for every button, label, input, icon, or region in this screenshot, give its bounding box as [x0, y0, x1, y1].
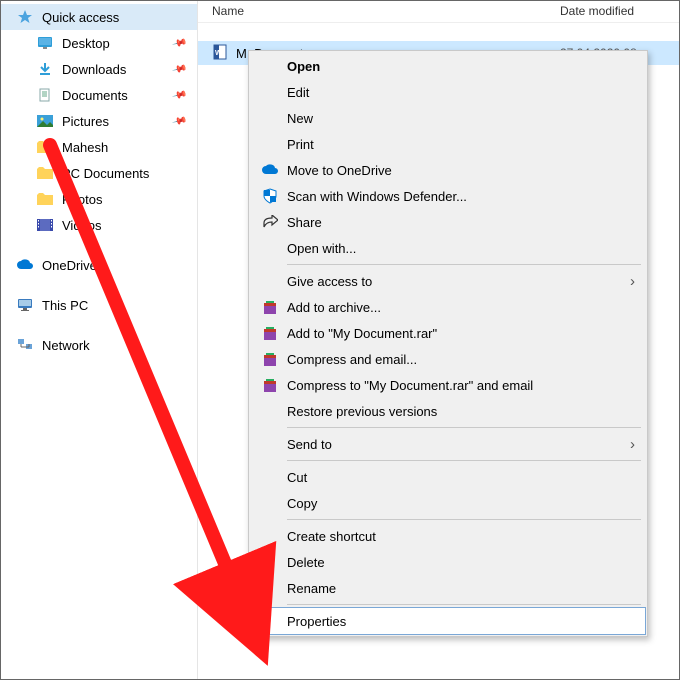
sidebar-quick-access[interactable]: Quick access	[0, 4, 197, 30]
network-icon	[16, 337, 34, 353]
menu-add-archive[interactable]: Add to archive...	[251, 294, 645, 320]
sidebar-onedrive[interactable]: OneDrive	[0, 252, 197, 278]
pc-icon	[16, 297, 34, 313]
word-doc-icon: W	[212, 44, 230, 62]
label: Quick access	[42, 10, 189, 25]
svg-text:W: W	[215, 50, 222, 57]
sidebar-item-mahesh[interactable]: Mahesh	[0, 134, 197, 160]
column-headers[interactable]: Name Date modified	[198, 0, 680, 23]
menu-properties[interactable]: Properties	[251, 608, 645, 634]
sidebar-item-pictures[interactable]: Pictures 📌	[0, 108, 197, 134]
winrar-icon	[259, 298, 281, 316]
videos-icon	[36, 217, 54, 233]
navigation-pane: Quick access Desktop 📌 Downloads 📌 Docum…	[0, 0, 198, 680]
sidebar-item-downloads[interactable]: Downloads 📌	[0, 56, 197, 82]
download-icon	[36, 61, 54, 77]
menu-open[interactable]: Open	[251, 53, 645, 79]
label: OneDrive	[42, 258, 189, 273]
menu-move-onedrive[interactable]: Move to OneDrive	[251, 157, 645, 183]
winrar-icon	[259, 324, 281, 342]
sidebar-item-documents[interactable]: Documents 📌	[0, 82, 197, 108]
menu-share[interactable]: Share	[251, 209, 645, 235]
menu-delete[interactable]: Delete	[251, 549, 645, 575]
label: Pictures	[62, 114, 173, 129]
winrar-icon	[259, 376, 281, 394]
defender-shield-icon	[259, 187, 281, 205]
menu-open-with[interactable]: Open with...	[251, 235, 645, 261]
submenu-arrow-icon: ›	[630, 436, 635, 453]
star-icon	[16, 9, 34, 25]
label: Desktop	[62, 36, 173, 51]
menu-copy[interactable]: Copy	[251, 490, 645, 516]
menu-send-to[interactable]: Send to ›	[251, 431, 645, 457]
menu-give-access[interactable]: Give access to ›	[251, 268, 645, 294]
menu-divider	[287, 460, 641, 461]
winrar-icon	[259, 350, 281, 368]
label: Mahesh	[62, 140, 189, 155]
menu-rename[interactable]: Rename	[251, 575, 645, 601]
pin-icon: 📌	[171, 61, 187, 77]
menu-add-to-rar[interactable]: Add to "My Document.rar"	[251, 320, 645, 346]
folder-icon	[36, 165, 54, 181]
sidebar-item-videos[interactable]: Videos	[0, 212, 197, 238]
menu-divider	[287, 519, 641, 520]
context-menu: Open Edit New Print Move to OneDrive Sca…	[248, 50, 648, 637]
menu-defender[interactable]: Scan with Windows Defender...	[251, 183, 645, 209]
menu-create-shortcut[interactable]: Create shortcut	[251, 523, 645, 549]
sidebar-item-photos[interactable]: Photos	[0, 186, 197, 212]
share-icon	[259, 213, 281, 231]
column-name[interactable]: Name	[212, 4, 560, 18]
menu-compress-email[interactable]: Compress and email...	[251, 346, 645, 372]
menu-divider	[287, 264, 641, 265]
submenu-arrow-icon: ›	[630, 273, 635, 290]
label: Network	[42, 338, 189, 353]
sidebar-network[interactable]: Network	[0, 332, 197, 358]
pictures-icon	[36, 113, 54, 129]
sidebar-item-pc-documents[interactable]: PC Documents	[0, 160, 197, 186]
menu-divider	[287, 604, 641, 605]
menu-edit[interactable]: Edit	[251, 79, 645, 105]
sidebar-this-pc[interactable]: This PC	[0, 292, 197, 318]
menu-divider	[287, 427, 641, 428]
menu-print[interactable]: Print	[251, 131, 645, 157]
label: Photos	[62, 192, 189, 207]
blank-icon	[259, 57, 281, 75]
label: This PC	[42, 298, 189, 313]
pin-icon: 📌	[171, 35, 187, 51]
menu-restore-versions[interactable]: Restore previous versions	[251, 398, 645, 424]
sidebar-item-desktop[interactable]: Desktop 📌	[0, 30, 197, 56]
menu-compress-to-email[interactable]: Compress to "My Document.rar" and email	[251, 372, 645, 398]
onedrive-icon	[259, 161, 281, 179]
folder-icon	[36, 139, 54, 155]
column-date[interactable]: Date modified	[560, 4, 680, 18]
menu-cut[interactable]: Cut	[251, 464, 645, 490]
label: PC Documents	[62, 166, 189, 181]
label: Downloads	[62, 62, 173, 77]
pin-icon: 📌	[171, 113, 187, 129]
documents-icon	[36, 87, 54, 103]
pin-icon: 📌	[171, 87, 187, 103]
folder-icon	[36, 191, 54, 207]
label: Documents	[62, 88, 173, 103]
menu-new[interactable]: New	[251, 105, 645, 131]
onedrive-icon	[16, 257, 34, 273]
label: Videos	[62, 218, 189, 233]
desktop-icon	[36, 35, 54, 51]
